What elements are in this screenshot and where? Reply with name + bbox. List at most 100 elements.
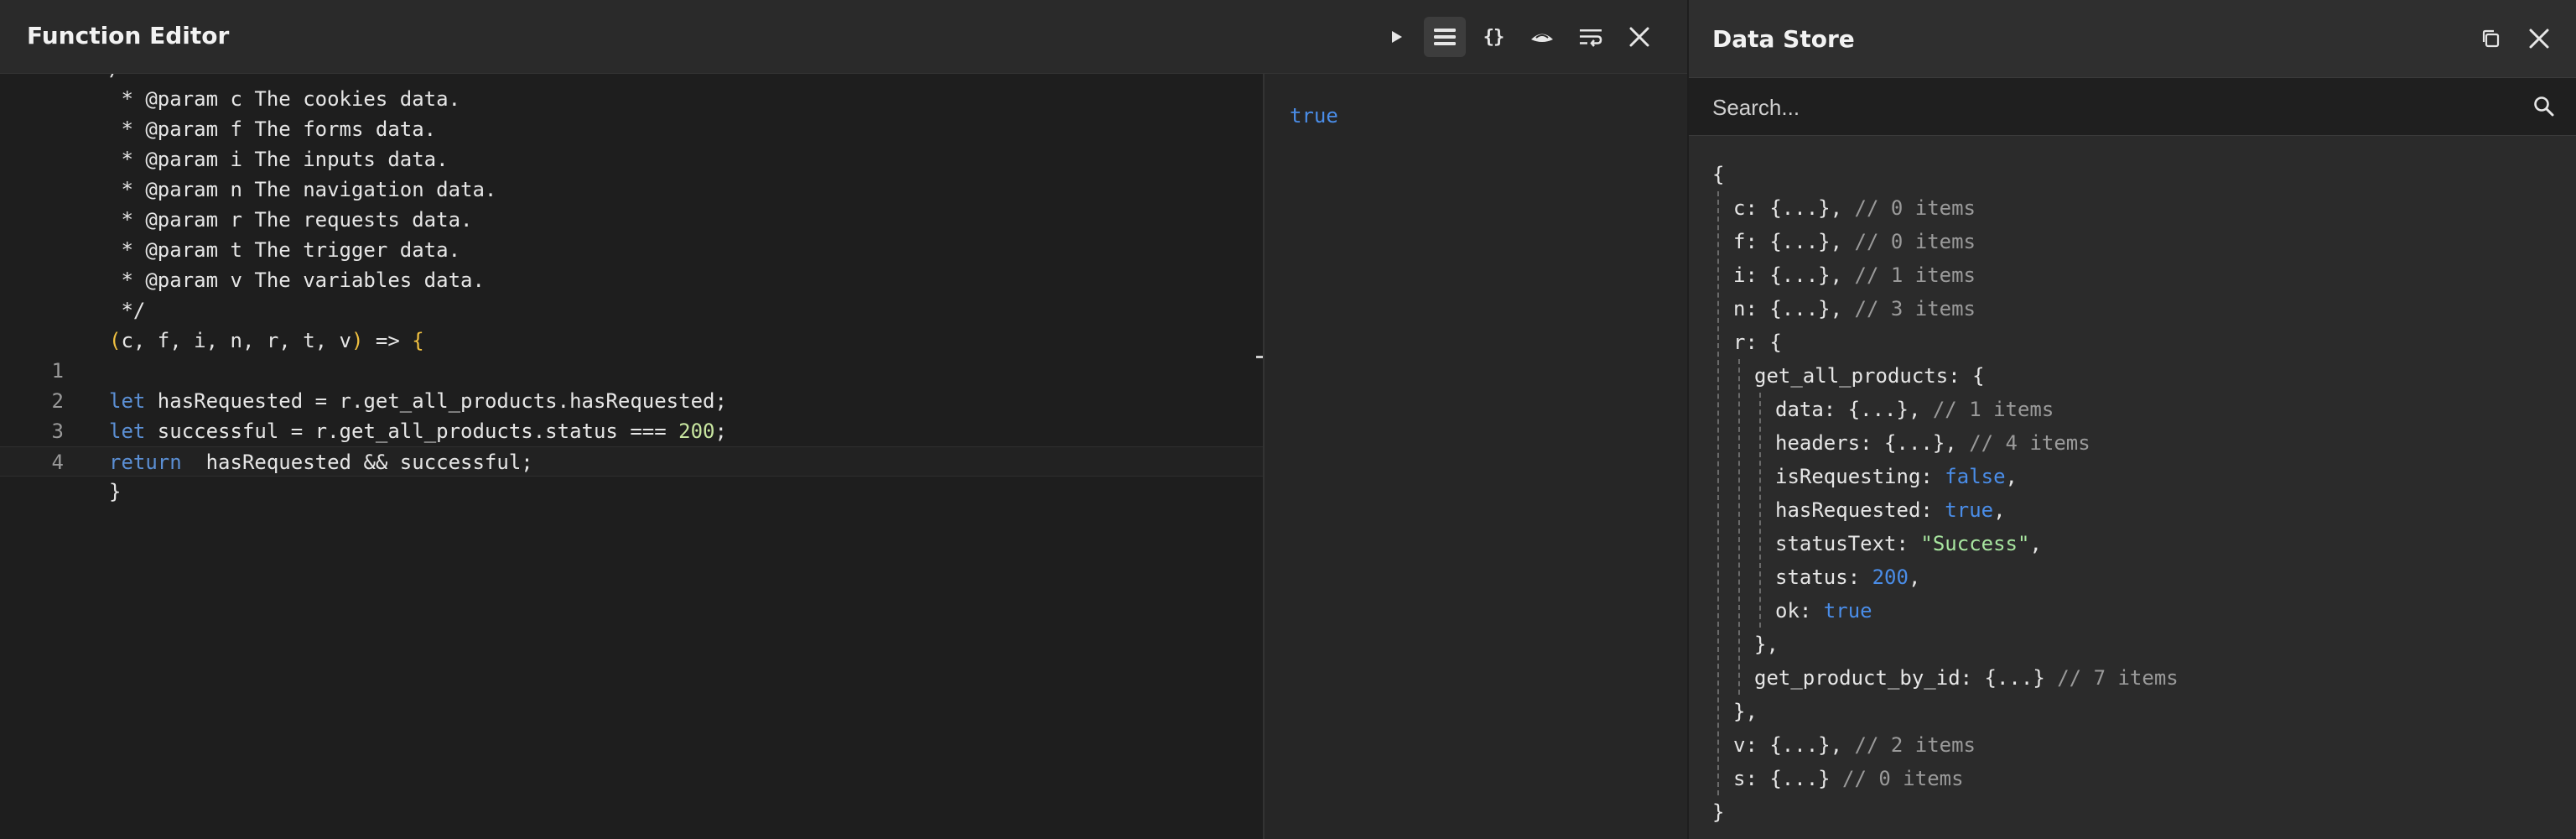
code-signature: (c, f, i, n, r, t, v) => { bbox=[109, 326, 424, 356]
close-data-store-button[interactable] bbox=[2519, 18, 2559, 59]
tree-comment: // 4 items bbox=[1956, 431, 2090, 455]
list-icon bbox=[1434, 29, 1456, 45]
code-comment-text: * @param i The inputs data. bbox=[109, 148, 449, 171]
hat-icon bbox=[1531, 34, 1553, 42]
function-editor-panel: Function Editor {} * @param c The cookie… bbox=[0, 0, 1687, 839]
run-button[interactable] bbox=[1375, 17, 1417, 57]
code-comment-line: * @param f The forms data. bbox=[0, 114, 1263, 144]
code-comment-text: * @param c The cookies data. bbox=[109, 87, 461, 111]
tree-text: status: bbox=[1775, 565, 1872, 589]
data-store-tree: { c: {...}, // 0 items f: {...}, // 0 item… bbox=[1689, 136, 2576, 839]
code-line-text: return hasRequested && successful; bbox=[109, 447, 533, 477]
function-editor-title: Function Editor bbox=[27, 22, 230, 50]
tree-node[interactable]: s: {...} // 0 items bbox=[1733, 762, 1964, 795]
close-icon bbox=[2529, 29, 2549, 49]
tree-node[interactable]: { bbox=[1712, 158, 1724, 191]
tree-node[interactable]: ok: true bbox=[1775, 594, 1872, 628]
tree-node[interactable]: }, bbox=[1754, 628, 1779, 661]
tree-boolean: true bbox=[1945, 498, 1994, 522]
line-number: 4 bbox=[51, 451, 64, 474]
tree-text: isRequesting: bbox=[1775, 465, 1945, 488]
code-editor[interactable]: / * @param c The cookies data. * @param … bbox=[0, 74, 1263, 839]
tree-boolean: false bbox=[1945, 465, 2006, 488]
tree-text: } bbox=[1712, 800, 1725, 824]
theme-button[interactable] bbox=[1521, 17, 1563, 57]
function-editor-header: Function Editor {} bbox=[0, 0, 1687, 74]
tree-node[interactable]: }, bbox=[1733, 695, 1758, 728]
tree-text: }, bbox=[1733, 700, 1758, 723]
tree-node[interactable]: get_all_products: { bbox=[1754, 359, 1985, 393]
tree-text: ok: bbox=[1775, 599, 1824, 623]
code-number: 200 bbox=[678, 420, 715, 443]
code-keyword: return bbox=[109, 451, 182, 474]
copy-icon bbox=[2482, 29, 2500, 48]
result-value: true bbox=[1290, 104, 1338, 128]
data-store-header: Data Store bbox=[1689, 0, 2576, 77]
tree-comment: // 1 items bbox=[1842, 263, 1976, 287]
code-line-text: let successful = r.get_all_products.stat… bbox=[109, 416, 727, 446]
code-line: 3 let successful = r.get_all_products.sta… bbox=[0, 416, 1263, 446]
tree-node[interactable]: statusText: "Success", bbox=[1775, 527, 2042, 560]
word-wrap-button[interactable] bbox=[1570, 17, 1612, 57]
code-paren: ( bbox=[109, 329, 122, 352]
copy-button[interactable] bbox=[2470, 18, 2511, 59]
code-line-text: let hasRequested = r.get_all_products.ha… bbox=[109, 386, 727, 416]
code-text: ; bbox=[714, 420, 727, 443]
tree-node[interactable]: r: { bbox=[1733, 326, 1782, 359]
tree-text: s: {...} bbox=[1733, 767, 1831, 790]
tree-comment: // 2 items bbox=[1842, 733, 1976, 757]
tree-text: , bbox=[1908, 565, 1921, 589]
search-input[interactable] bbox=[1712, 90, 2501, 125]
tree-node[interactable]: isRequesting: false, bbox=[1775, 460, 2018, 493]
wrap-icon bbox=[1580, 29, 1602, 47]
code-comment-text: * @param v The variables data. bbox=[109, 268, 485, 292]
tree-node[interactable]: v: {...}, // 2 items bbox=[1733, 728, 1976, 762]
tree-comment: // 1 items bbox=[1920, 398, 2054, 421]
close-icon bbox=[1629, 27, 1649, 47]
indent-guide bbox=[1717, 191, 1719, 795]
tree-comment: // 7 items bbox=[2044, 666, 2179, 690]
tree-node[interactable]: headers: {...}, // 4 items bbox=[1775, 426, 2090, 460]
tree-node[interactable]: hasRequested: true, bbox=[1775, 493, 2006, 527]
indent-guide bbox=[1759, 393, 1761, 628]
code-keyword: let bbox=[109, 389, 146, 413]
tree-node[interactable]: status: 200, bbox=[1775, 560, 1920, 594]
code-params: c, f, i, n, r, t, v bbox=[121, 329, 351, 352]
code-comment-text: * @param t The trigger data. bbox=[109, 238, 461, 262]
close-editor-button[interactable] bbox=[1618, 17, 1660, 57]
code-line: 4 return hasRequested && successful; bbox=[0, 446, 1263, 477]
tree-node[interactable]: f: {...}, // 0 items bbox=[1733, 225, 1976, 258]
tree-node[interactable]: i: {...}, // 1 items bbox=[1733, 258, 1976, 292]
format-json-button[interactable]: {} bbox=[1472, 17, 1514, 57]
data-store-toolbar bbox=[2470, 18, 2559, 59]
indent-guide bbox=[1738, 359, 1740, 695]
tree-text: get_product_by_id: {...} bbox=[1754, 666, 2045, 690]
code-keyword: let bbox=[109, 420, 146, 443]
code-text: hasRequested && successful; bbox=[181, 451, 533, 474]
tree-node[interactable]: c: {...}, // 0 items bbox=[1733, 191, 1976, 225]
tree-text: get_all_products: { bbox=[1754, 364, 1985, 388]
code-comment-line: * @param i The inputs data. bbox=[0, 144, 1263, 175]
code-comment-line: * @param n The navigation data. bbox=[0, 175, 1263, 205]
tree-text: { bbox=[1712, 163, 1725, 186]
tree-node[interactable]: get_product_by_id: {...} // 7 items bbox=[1754, 661, 2179, 695]
data-store-panel: Data Store { c: {...}, // 0 itemsf: {...}… bbox=[1689, 0, 2576, 839]
code-comment-text: * @param n The navigation data. bbox=[109, 178, 497, 201]
code-comment-line: * @param t The trigger data. bbox=[0, 235, 1263, 265]
code-closing-line: } bbox=[0, 477, 1263, 507]
tree-text: , bbox=[2029, 532, 2042, 555]
tree-node[interactable]: data: {...}, // 1 items bbox=[1775, 393, 2054, 426]
code-line: 2 let hasRequested = r.get_all_products.h… bbox=[0, 386, 1263, 416]
tree-text: n: {...}, bbox=[1733, 297, 1843, 320]
tree-node[interactable]: n: {...}, // 3 items bbox=[1733, 292, 1976, 326]
tree-boolean: true bbox=[1823, 599, 1872, 623]
tree-text: r: { bbox=[1733, 331, 1782, 354]
search-icon[interactable] bbox=[2532, 95, 2556, 118]
tree-text: v: {...}, bbox=[1733, 733, 1843, 757]
tree-comment: // 0 items bbox=[1842, 230, 1976, 253]
code-signature-line: (c, f, i, n, r, t, v) => { bbox=[0, 326, 1263, 356]
tree-text: , bbox=[1993, 498, 2006, 522]
code-comment-line: * @param r The requests data. bbox=[0, 205, 1263, 235]
list-view-button[interactable] bbox=[1424, 17, 1466, 57]
code-brace: { bbox=[412, 329, 424, 352]
